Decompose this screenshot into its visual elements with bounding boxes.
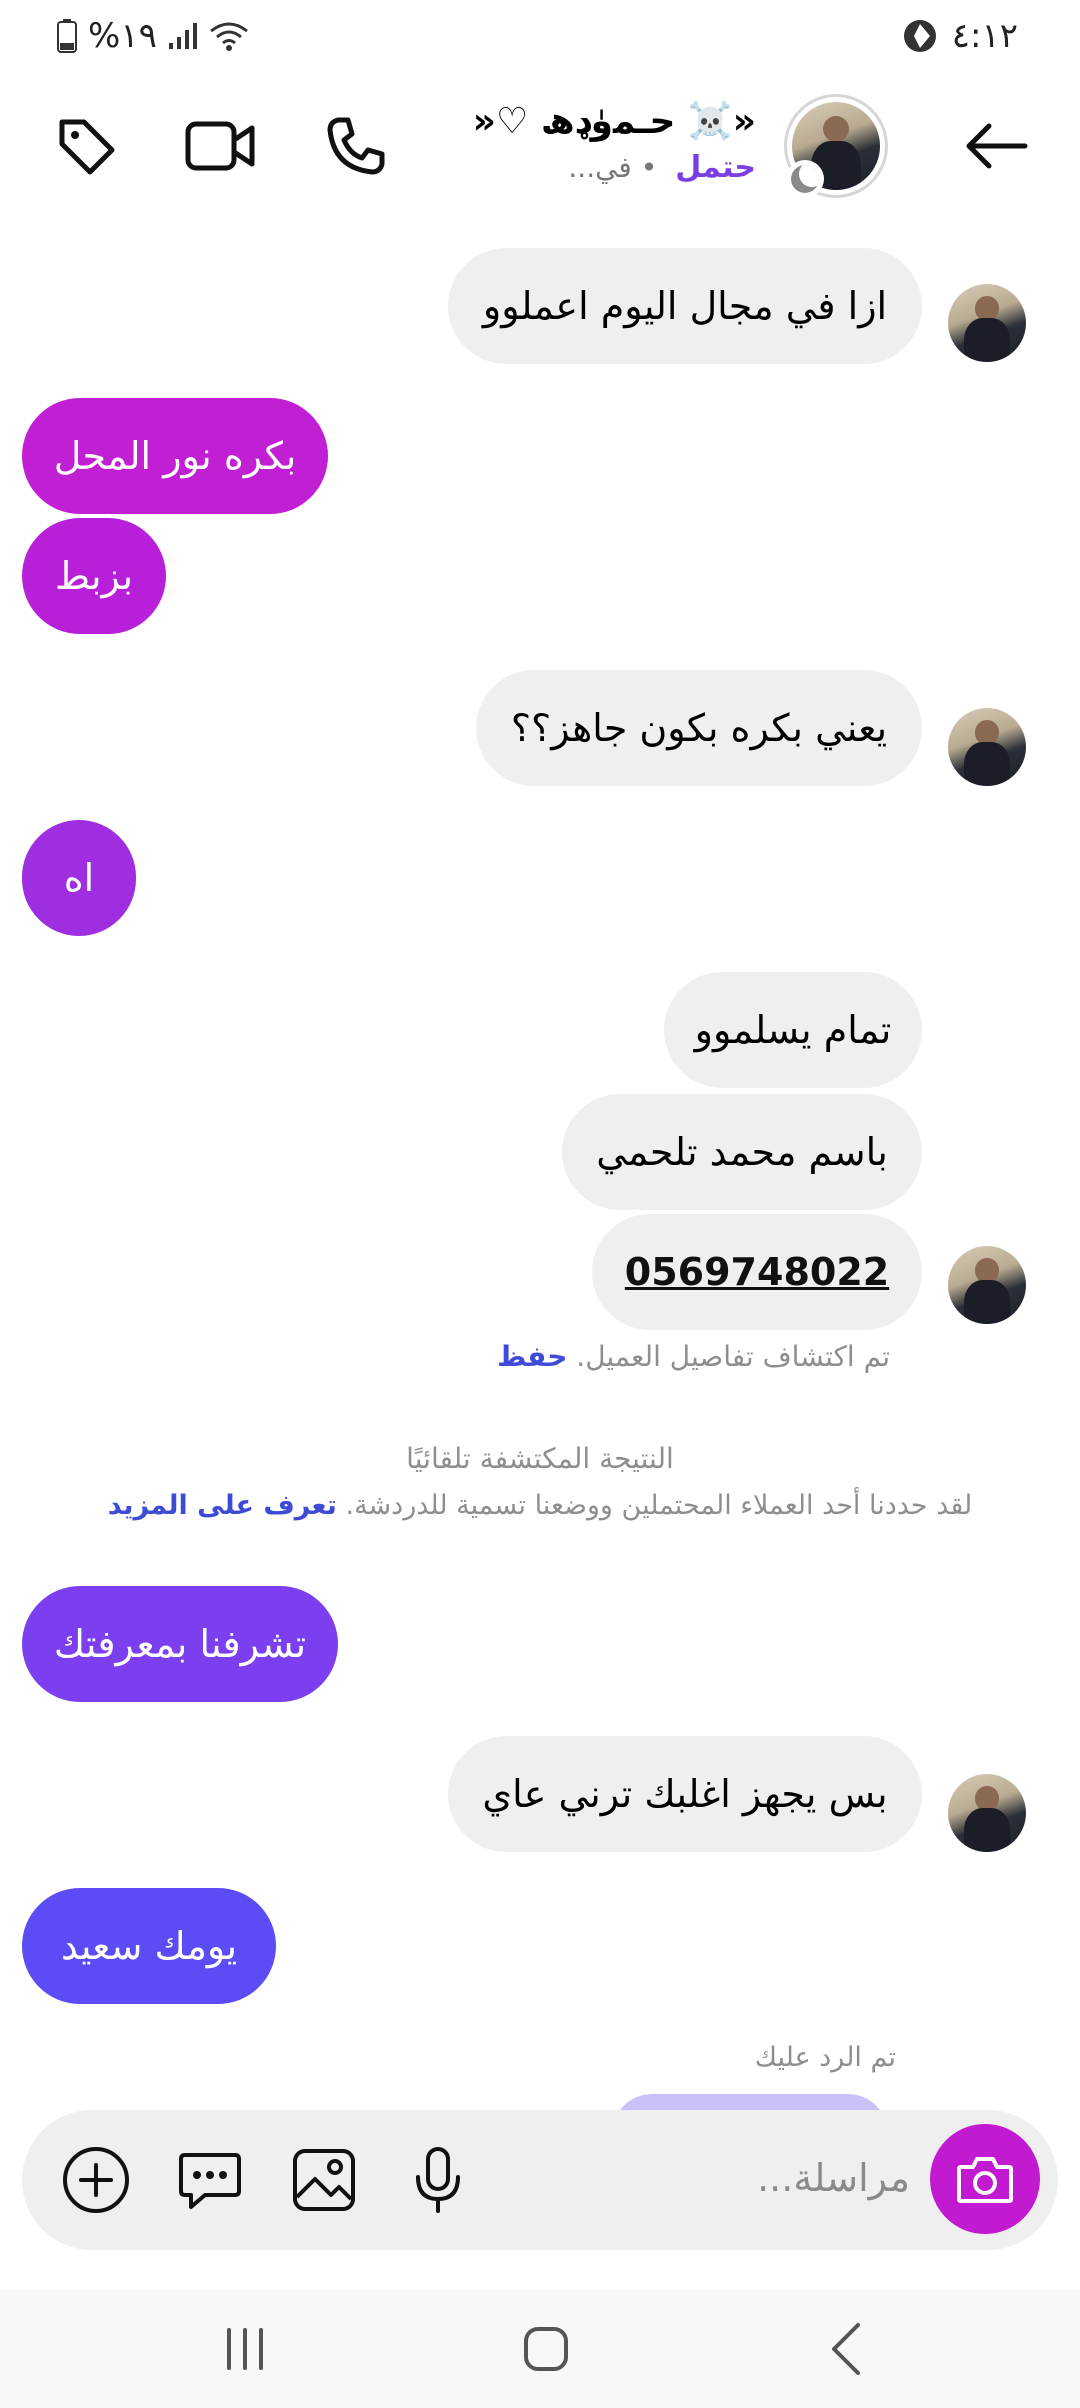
phone-number-link[interactable]: 0569748022 — [625, 1250, 889, 1294]
contact-subtitle: حتمل • في... — [568, 150, 756, 185]
sender-avatar[interactable] — [948, 284, 1026, 362]
sender-avatar[interactable] — [948, 1246, 1026, 1324]
microphone-icon — [416, 2147, 460, 2213]
back-arrow-icon — [966, 123, 1028, 169]
message-bubble[interactable]: باسم محمد تلحمي — [562, 1094, 922, 1210]
app-notification-icon — [903, 20, 936, 52]
video-camera-icon — [185, 121, 255, 171]
auto-detected-text: لقد حددنا أحد العملاء المحتملين ووضعنا ت… — [345, 1490, 973, 1521]
learn-more-link[interactable]: تعرف على المزيد — [108, 1490, 337, 1521]
camera-icon — [957, 2157, 1013, 2203]
chat-bubble-icon — [179, 2153, 241, 2209]
message-input[interactable]: مراسلة... — [757, 2156, 910, 2200]
phone-icon — [327, 117, 385, 175]
message-bubble[interactable]: تمام يسلموو — [664, 972, 922, 1088]
video-call-button[interactable] — [180, 106, 260, 186]
recent-apps-button[interactable] — [206, 2314, 286, 2384]
label-tag-button[interactable] — [46, 106, 126, 186]
sender-avatar[interactable] — [948, 1774, 1026, 1852]
contact-label-tag[interactable]: حتمل — [675, 150, 756, 185]
image-icon — [293, 2149, 355, 2211]
wifi-icon — [209, 22, 248, 51]
note-status-icon — [786, 160, 824, 198]
chat-header: «☠️ حـﻤﯛډھ ♡« حتمل • في... — [0, 80, 1080, 210]
contact-status: • في... — [568, 151, 658, 184]
clock: ٤:١٢ — [951, 16, 1018, 56]
message-bubble[interactable]: اه — [22, 820, 136, 936]
detected-details-note: تم اكتشاف تفاصيل العميل. حفظ — [497, 1340, 890, 1373]
detected-details-text: تم اكتشاف تفاصيل العميل. — [576, 1340, 890, 1373]
save-details-link[interactable]: حفظ — [497, 1340, 567, 1373]
gallery-button[interactable] — [282, 2138, 366, 2222]
message-bubble[interactable]: تشرفنا بمعرفتك — [22, 1586, 338, 1702]
voice-call-button[interactable] — [316, 106, 396, 186]
auto-detected-body: لقد حددنا أحد العملاء المحتملين ووضعنا ت… — [0, 1490, 1080, 1521]
sender-avatar[interactable] — [948, 708, 1026, 786]
home-icon — [524, 2327, 568, 2371]
message-bubble[interactable]: بكره نور المحل — [22, 398, 328, 514]
battery-icon — [57, 19, 77, 53]
plus-circle-icon — [63, 2147, 129, 2213]
signal-icon — [168, 23, 197, 49]
message-bubble[interactable]: بس يجهز اغلبك ترني عاي — [448, 1736, 922, 1852]
replied-label: تم الرد عليك — [754, 2042, 896, 2073]
contact-name[interactable]: «☠️ حـﻤﯛډھ ♡« — [473, 100, 756, 142]
status-bar: %١٩ ٤:١٢ — [0, 0, 1080, 72]
status-bar-left: %١٩ — [56, 16, 251, 56]
system-back-button[interactable] — [806, 2314, 886, 2384]
back-button[interactable] — [956, 106, 1036, 186]
phone-number-bubble[interactable]: 0569748022 — [592, 1214, 922, 1330]
recent-apps-icon — [227, 2328, 263, 2370]
message-bubble[interactable]: ازا في مجال اليوم اعملوو — [448, 248, 922, 364]
camera-button[interactable] — [930, 2124, 1040, 2234]
system-navigation-bar — [0, 2290, 1080, 2408]
message-bubble[interactable]: يومك سعيد — [22, 1888, 276, 2004]
home-button[interactable] — [506, 2314, 586, 2384]
battery-percent: %١٩ — [88, 16, 157, 56]
message-bubble[interactable]: يعني بكره بكون جاهز؟؟ — [476, 670, 922, 786]
quick-replies-button[interactable] — [168, 2138, 252, 2222]
add-attachment-button[interactable] — [54, 2138, 138, 2222]
auto-detected-title: النتيجة المكتشفة تلقائيًا — [406, 1442, 674, 1475]
tag-icon — [59, 119, 115, 175]
voice-message-button[interactable] — [396, 2138, 480, 2222]
status-bar-right: ٤:١٢ — [902, 16, 1018, 56]
message-bubble[interactable]: بزبط — [22, 518, 166, 634]
chevron-left-icon — [832, 2323, 860, 2375]
